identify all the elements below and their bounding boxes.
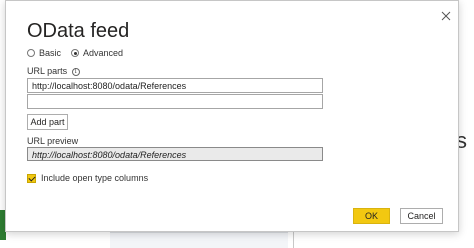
cancel-button[interactable]: Cancel (400, 208, 443, 224)
ok-button[interactable]: OK (353, 208, 390, 224)
basic-radio-option[interactable]: Basic (27, 48, 61, 58)
include-open-type-checkbox[interactable] (27, 173, 36, 183)
url-part-input-2[interactable] (27, 94, 323, 109)
basic-radio-label: Basic (39, 48, 62, 58)
url-parts-label-row: URL parts i (27, 66, 80, 76)
url-part-input-1[interactable] (27, 78, 323, 93)
url-parts-label: URL parts (27, 66, 68, 76)
info-icon[interactable]: i (71, 67, 80, 76)
include-open-type-label: Include open type columns (41, 173, 149, 183)
background-divider (293, 230, 294, 248)
include-open-type-checkbox-row[interactable]: Include open type columns (27, 173, 148, 183)
mode-radio-group: Basic Advanced (27, 48, 133, 58)
advanced-radio[interactable] (71, 49, 80, 57)
background-panel (110, 232, 288, 248)
dialog-title: OData feed (27, 20, 130, 42)
add-part-button[interactable]: Add part (27, 114, 68, 130)
advanced-radio-option[interactable]: Advanced (71, 48, 123, 58)
advanced-radio-label: Advanced (83, 48, 124, 58)
basic-radio[interactable] (27, 49, 35, 57)
url-preview-label: URL preview (27, 136, 79, 146)
url-preview-field: http://localhost:8080/odata/References (27, 147, 323, 161)
close-icon[interactable] (439, 9, 453, 23)
odata-feed-dialog: OData feed Basic Advanced URL parts i Ad… (5, 0, 459, 232)
